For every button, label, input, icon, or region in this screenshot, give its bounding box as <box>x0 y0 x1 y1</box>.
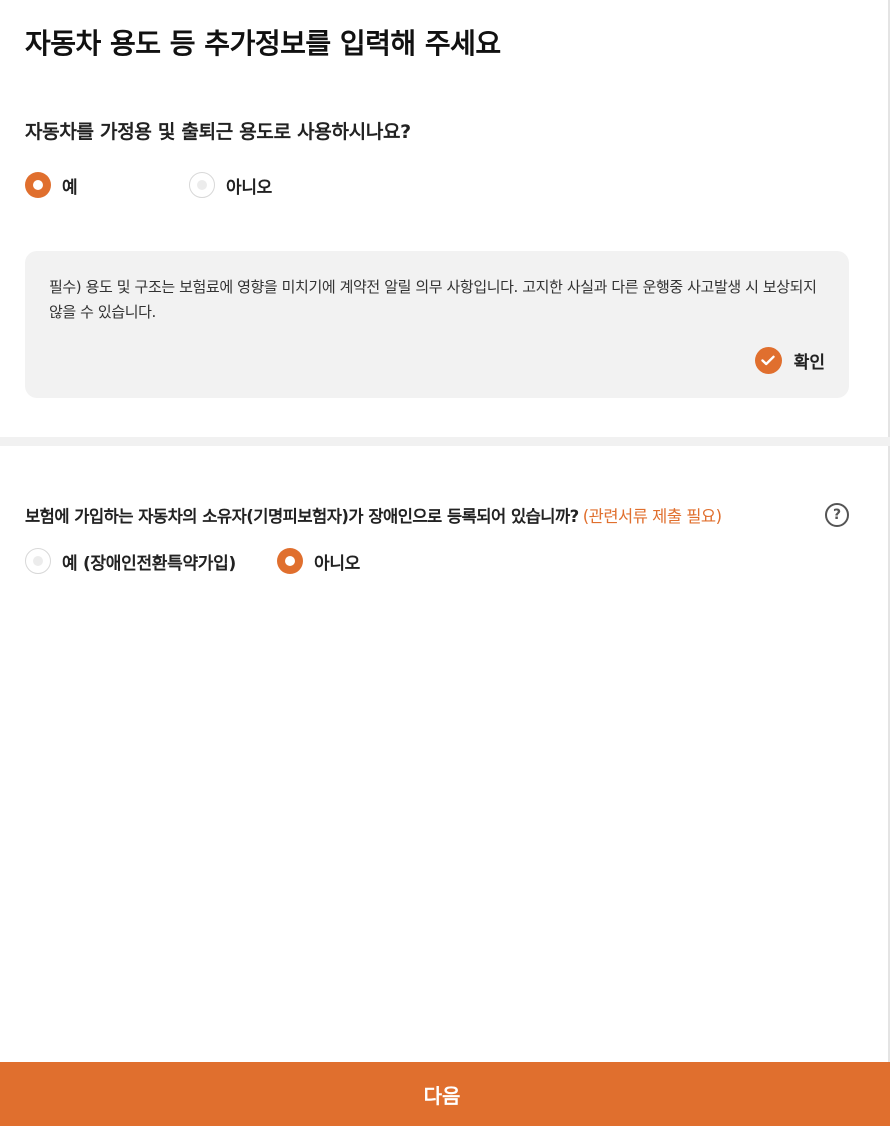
confirm-label: 확인 <box>793 353 825 373</box>
radio-unselected-icon <box>25 548 51 574</box>
question-disabled-owner-text: 보험에 가입하는 자동차의 소유자(기명피보험자)가 장애인으로 등록되어 있습… <box>25 507 579 526</box>
radio-disabled-no[interactable]: 아니오 <box>277 548 360 574</box>
radio-disabled-yes[interactable]: 예 (장애인전환특약가입) <box>25 548 236 574</box>
documents-required-note: (관련서류 제출 필요) <box>582 507 722 526</box>
radio-usage-no-label: 아니오 <box>226 177 273 198</box>
question-car-usage: 자동차를 가정용 및 출퇴근 용도로 사용하시나요? <box>25 121 411 143</box>
page-title: 자동차 용도 등 추가정보를 입력해 주세요 <box>25 27 501 60</box>
radio-disabled-yes-label: 예 (장애인전환특약가입) <box>62 553 236 574</box>
radio-disabled-no-label: 아니오 <box>314 553 361 574</box>
radio-usage-yes-label: 예 <box>62 177 78 198</box>
radio-selected-icon <box>25 172 51 198</box>
radio-usage-no[interactable]: 아니오 <box>189 172 272 198</box>
page: 자동차 용도 등 추가정보를 입력해 주세요 자동차를 가정용 및 출퇴근 용도… <box>0 0 890 1126</box>
notice-text: 필수) 용도 및 구조는 보험료에 영향을 미치기에 계약전 알릴 의무 사항입… <box>49 278 817 321</box>
notice-panel: 필수) 용도 및 구조는 보험료에 영향을 미치기에 계약전 알릴 의무 사항입… <box>25 251 849 398</box>
radio-selected-icon <box>277 548 303 574</box>
confirm-checkbox[interactable]: 확인 <box>754 347 825 374</box>
next-button[interactable]: 다음 <box>0 1062 890 1126</box>
check-icon <box>754 347 782 374</box>
radio-usage-yes[interactable]: 예 <box>25 172 78 198</box>
question-disabled-owner: 보험에 가입하는 자동차의 소유자(기명피보험자)가 장애인으로 등록되어 있습… <box>25 503 722 527</box>
question-circle-icon[interactable]: ? <box>825 503 849 527</box>
radio-unselected-icon <box>189 172 215 198</box>
section-divider <box>0 437 890 446</box>
